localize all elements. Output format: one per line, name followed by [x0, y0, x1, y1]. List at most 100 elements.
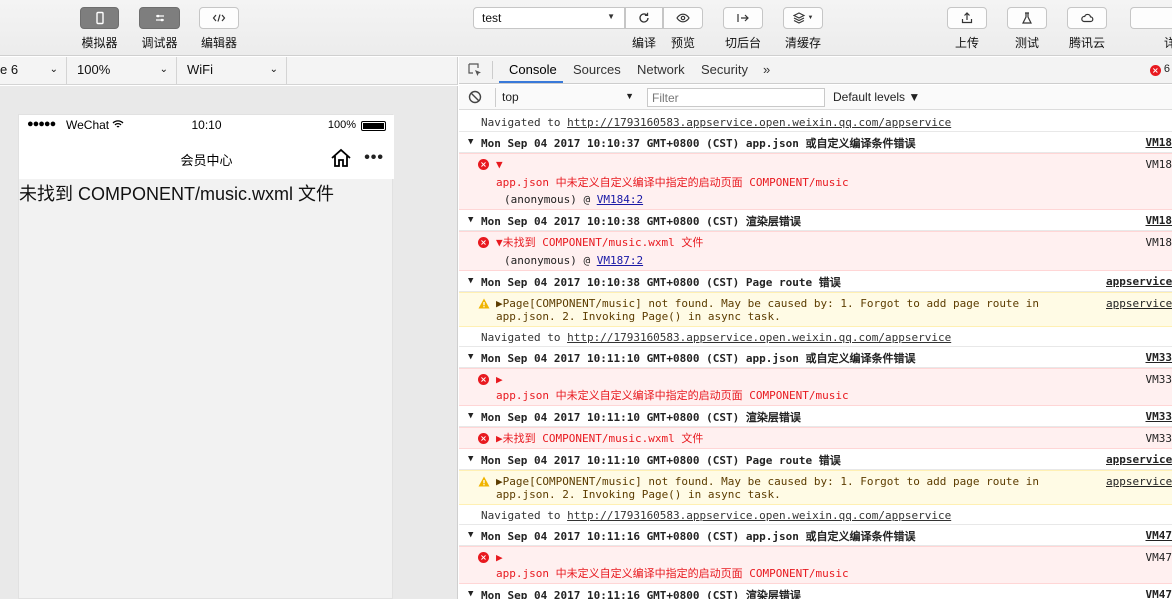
- upload-label: 上传: [954, 36, 979, 50]
- network-select[interactable]: WiFi ⌄: [181, 57, 287, 84]
- filter-input[interactable]: [647, 88, 825, 107]
- tab-network[interactable]: Network: [637, 62, 685, 77]
- error-message[interactable]: × ▶ VM47 app.json 中未定义自定义编译中指定的启动页面 COMP…: [459, 546, 1172, 584]
- source-link[interactable]: VM33: [1142, 432, 1172, 445]
- log-levels-select[interactable]: Default levels ▼: [833, 90, 920, 104]
- error-message[interactable]: × ▶ VM33 app.json 中未定义自定义编译中指定的启动页面 COMP…: [459, 368, 1172, 406]
- preview-button[interactable]: 预览: [663, 7, 703, 51]
- cloud-icon: [1067, 7, 1107, 29]
- upload-button[interactable]: 上传: [947, 7, 987, 51]
- log-group-header[interactable]: ▼ Mon Sep 04 2017 10:11:16 GMT+0800 (CST…: [459, 525, 1172, 546]
- navigation-link[interactable]: http://1793160583.appservice.open.weixin…: [567, 509, 951, 522]
- tencent-cloud-button[interactable]: 腾讯云: [1067, 7, 1107, 51]
- simulator-area: ●●●●● WeChat 10:10 100% 会员中心 ••• 未找到 COM…: [0, 86, 458, 599]
- test-button[interactable]: 测试: [1007, 7, 1047, 51]
- warning-message[interactable]: ▶Page[COMPONENT/music] not found. May be…: [459, 292, 1172, 327]
- error-message[interactable]: × ▶未找到 COMPONENT/music.wxml 文件 VM33: [459, 427, 1172, 449]
- error-icon: ×: [478, 237, 489, 248]
- active-tab-indicator: [499, 81, 563, 83]
- log-group-header[interactable]: ▼ Mon Sep 04 2017 10:11:10 GMT+0800 (CST…: [459, 406, 1172, 427]
- clear-console-icon[interactable]: [468, 90, 482, 104]
- triangle-down-icon: ▼: [496, 158, 503, 171]
- device-select[interactable]: e 6 ⌄: [0, 57, 67, 84]
- source-link[interactable]: VM18: [1142, 158, 1172, 171]
- source-link[interactable]: VM33: [1142, 410, 1172, 423]
- stack-frame: (anonymous) @ VM187:2: [504, 254, 644, 267]
- more-tabs-button[interactable]: »: [763, 62, 770, 77]
- triangle-down-icon: ▼: [468, 215, 474, 225]
- source-link[interactable]: appservice: [1106, 275, 1172, 288]
- clear-cache-label: 清缓存: [784, 36, 821, 50]
- source-link[interactable]: VM47: [1142, 588, 1172, 599]
- details-label: 详: [1164, 36, 1172, 50]
- debugger-label: 调试器: [141, 36, 178, 50]
- editor-toggle[interactable]: 编辑器: [199, 7, 239, 51]
- tab-security[interactable]: Security: [701, 62, 748, 77]
- preview-label: 预览: [670, 36, 695, 50]
- source-link[interactable]: VM47: [1142, 551, 1172, 564]
- error-message[interactable]: × ▼ VM18 app.json 中未定义自定义编译中指定的启动页面 COMP…: [459, 153, 1172, 210]
- network-value: WiFi: [187, 62, 213, 77]
- phone-screen[interactable]: ●●●●● WeChat 10:10 100% 会员中心 ••• 未找到 COM…: [18, 114, 394, 599]
- triangle-down-icon: ▼: [468, 454, 474, 464]
- source-link[interactable]: VM18: [1142, 214, 1172, 227]
- source-link[interactable]: appservice: [1106, 453, 1172, 466]
- error-icon: ×: [1149, 65, 1161, 76]
- navigation-link[interactable]: http://1793160583.appservice.open.weixin…: [567, 116, 951, 129]
- log-group-header[interactable]: ▼ Mon Sep 04 2017 10:10:38 GMT+0800 (CST…: [459, 271, 1172, 292]
- dropdown-caret-icon: ▼: [625, 91, 634, 101]
- log-group-header[interactable]: ▼ Mon Sep 04 2017 10:10:38 GMT+0800 (CST…: [459, 210, 1172, 231]
- editor-label: 编辑器: [200, 36, 237, 50]
- flask-icon: [1007, 7, 1047, 29]
- main-toolbar: 模拟器 调试器 编辑器 test ▼ 编译 预览 切后台 ▼ 清缓存 上传 测试…: [0, 0, 1172, 56]
- tab-sources[interactable]: Sources: [573, 62, 621, 77]
- dropdown-caret-icon: ▼: [607, 12, 615, 21]
- context-select[interactable]: top ▼: [495, 88, 638, 107]
- refresh-icon: [625, 7, 663, 29]
- source-link[interactable]: VM18: [1142, 236, 1172, 249]
- source-link[interactable]: VM18: [1142, 136, 1172, 149]
- error-count-badge[interactable]: × 6: [1149, 63, 1170, 76]
- background-button[interactable]: 切后台: [723, 7, 763, 51]
- inspect-icon[interactable]: [468, 63, 483, 78]
- log-group-header[interactable]: ▼ Mon Sep 04 2017 10:11:10 GMT+0800 (CST…: [459, 449, 1172, 470]
- triangle-down-icon: ▼: [468, 276, 474, 286]
- more-icon[interactable]: •••: [364, 149, 384, 167]
- tab-console[interactable]: Console: [509, 62, 557, 77]
- error-message[interactable]: × ▼未找到 COMPONENT/music.wxml 文件 VM18 (ano…: [459, 231, 1172, 271]
- log-group-header[interactable]: ▼ Mon Sep 04 2017 10:11:16 GMT+0800 (CST…: [459, 584, 1172, 599]
- triangle-right-icon: ▶: [496, 373, 503, 386]
- dropdown-caret-icon: ▼: [807, 15, 814, 21]
- navigation-message: Navigated to http://1793160583.appservic…: [459, 327, 1172, 347]
- source-link[interactable]: VM47: [1142, 529, 1172, 542]
- log-group-header[interactable]: ▼ Mon Sep 04 2017 10:11:10 GMT+0800 (CST…: [459, 347, 1172, 368]
- triangle-down-icon: ▼: [468, 589, 474, 599]
- source-link[interactable]: appservice: [1106, 297, 1172, 310]
- chevron-down-icon: ⌄: [269, 64, 278, 75]
- clear-cache-button[interactable]: ▼ 清缓存: [783, 7, 823, 51]
- details-button[interactable]: 详: [1128, 7, 1172, 51]
- home-icon[interactable]: [330, 148, 352, 168]
- error-icon: ×: [478, 159, 489, 170]
- project-name: test: [482, 11, 502, 25]
- error-icon: ×: [478, 433, 489, 444]
- zoom-select[interactable]: 100% ⌄: [71, 57, 177, 84]
- compile-button[interactable]: 编译: [625, 7, 663, 51]
- page-error-message: 未找到 COMPONENT/music.wxml 文件: [19, 184, 334, 204]
- source-link[interactable]: VM33: [1142, 351, 1172, 364]
- sliders-icon: [139, 7, 180, 29]
- navigation-link[interactable]: http://1793160583.appservice.open.weixin…: [567, 331, 951, 344]
- simulator-label: 模拟器: [81, 36, 118, 50]
- upload-icon: [947, 7, 987, 29]
- stack-link[interactable]: VM184:2: [597, 193, 643, 206]
- stack-link[interactable]: VM187:2: [597, 254, 643, 267]
- project-select[interactable]: test ▼: [473, 7, 625, 29]
- source-link[interactable]: VM33: [1142, 373, 1172, 386]
- switch-out-icon: [723, 7, 763, 29]
- log-group-header[interactable]: ▼ Mon Sep 04 2017 10:10:37 GMT+0800 (CST…: [459, 132, 1172, 153]
- simulator-toggle[interactable]: 模拟器: [80, 7, 119, 51]
- warning-message[interactable]: ▶Page[COMPONENT/music] not found. May be…: [459, 470, 1172, 505]
- phone-icon: [80, 7, 119, 29]
- source-link[interactable]: appservice: [1106, 475, 1172, 488]
- debugger-toggle[interactable]: 调试器: [139, 7, 180, 51]
